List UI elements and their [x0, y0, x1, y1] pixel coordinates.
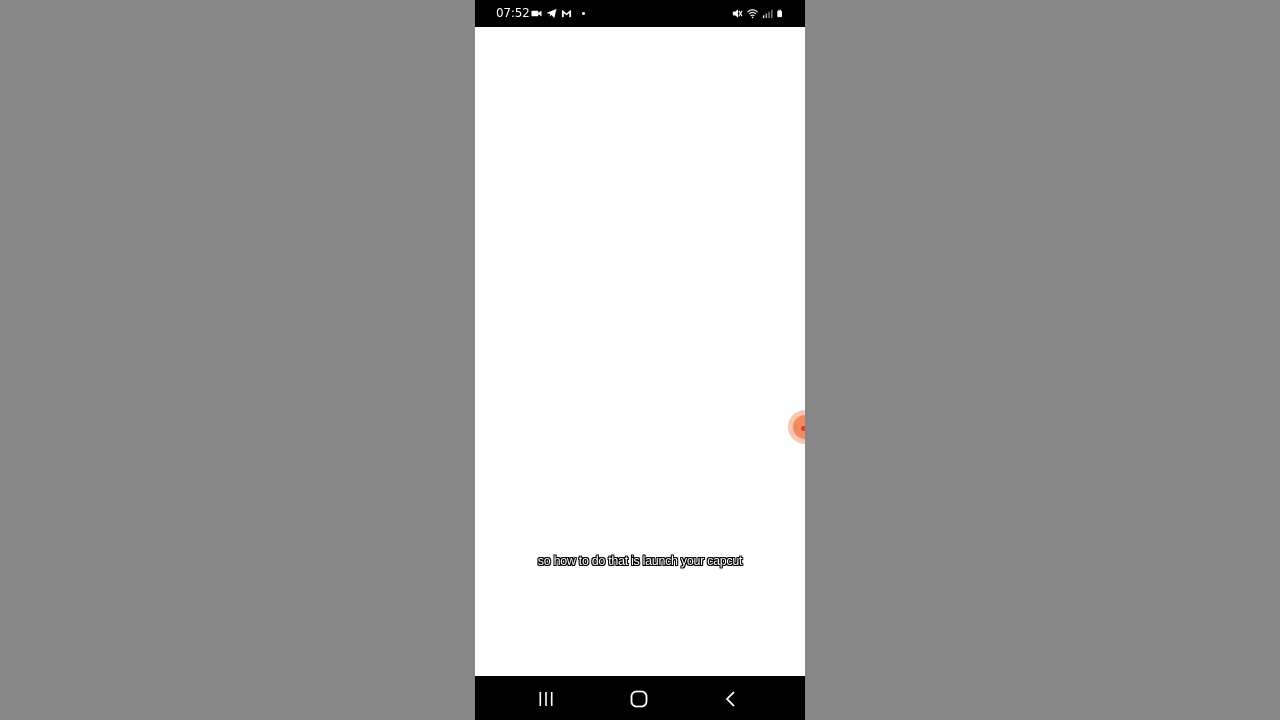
recents-icon [539, 692, 553, 706]
signal-icon [762, 9, 773, 19]
gmail-icon [561, 10, 572, 18]
back-button[interactable] [718, 686, 744, 712]
record-dot-icon [801, 426, 805, 431]
home-icon [630, 690, 648, 708]
home-button[interactable] [626, 686, 652, 712]
screen-background: 07:52 so how to do that is launch your c… [0, 0, 1280, 720]
video-caption: so how to do that is launch your capcut [537, 554, 743, 568]
status-left-icons [531, 7, 585, 20]
telegram-icon [546, 8, 557, 19]
bubble-inner [793, 415, 805, 439]
wifi-icon [747, 9, 758, 19]
video-content-area: so how to do that is launch your capcut [475, 27, 805, 676]
notification-dot-icon [582, 12, 585, 15]
recents-button[interactable] [533, 686, 559, 712]
navigation-bar [475, 676, 805, 720]
phone-screen: 07:52 so how to do that is launch your c… [475, 0, 805, 720]
video-camera-icon [531, 10, 542, 17]
mute-icon [732, 9, 743, 18]
status-right-icons [732, 7, 785, 20]
battery-icon [777, 9, 782, 18]
status-time: 07:52 [496, 6, 530, 20]
status-bar: 07:52 [475, 0, 805, 27]
back-icon [725, 691, 735, 707]
